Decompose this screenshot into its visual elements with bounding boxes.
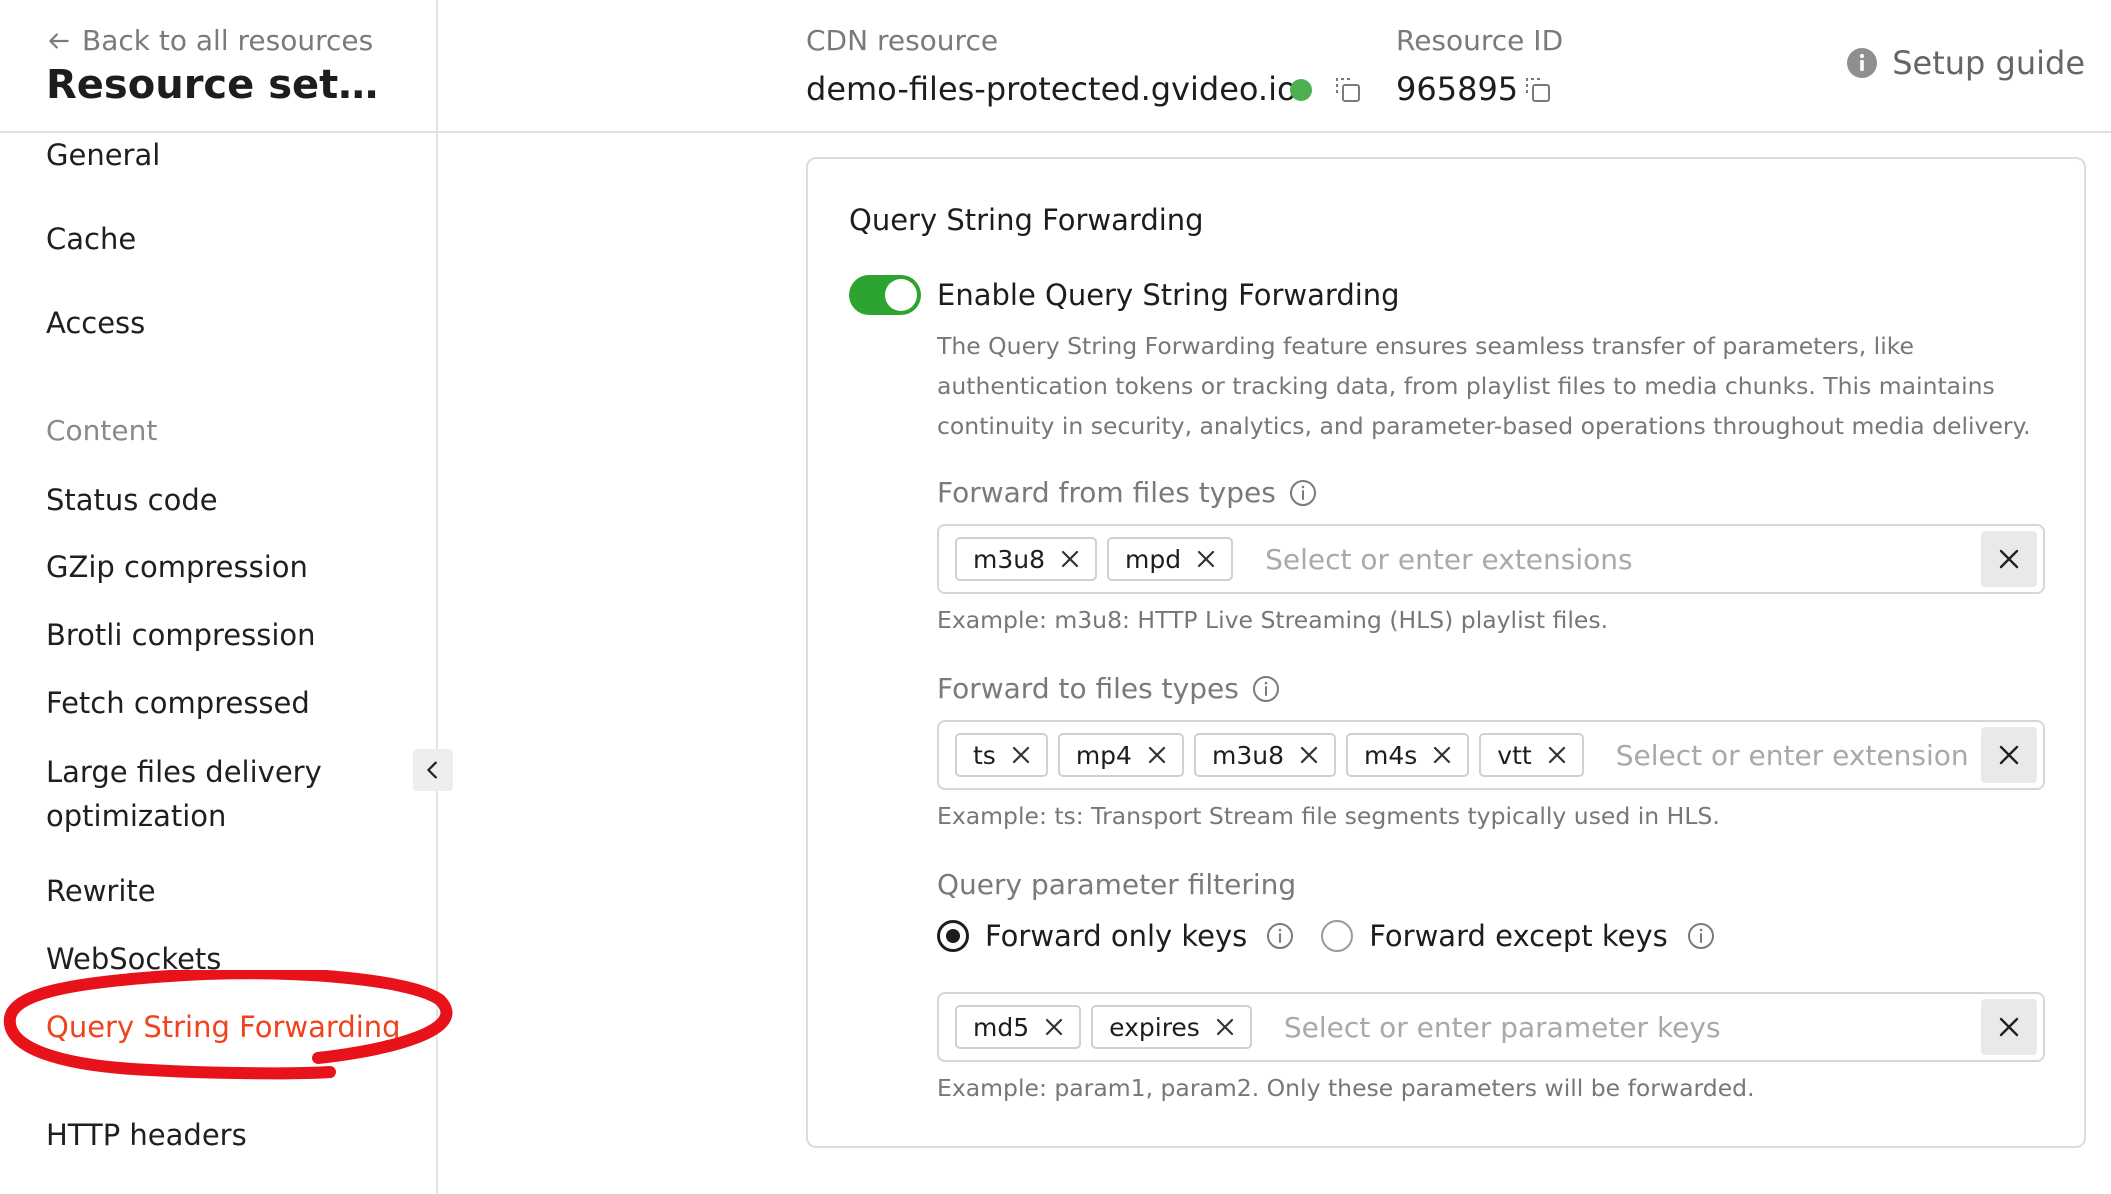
sidebar-item-fetch-compressed[interactable]: Fetch compressed (46, 681, 310, 725)
tag-label: mpd (1125, 544, 1182, 574)
forward-from-label-text: Forward from files types (937, 476, 1276, 509)
tag-chip: m3u8 (1193, 733, 1336, 777)
toggle-knob (885, 279, 917, 311)
clear-all-button[interactable] (1981, 531, 2037, 587)
copy-icon[interactable] (1522, 74, 1552, 104)
sidebar-item-access[interactable]: Access (46, 301, 145, 345)
forward-to-label: Forward to files types (937, 672, 1281, 705)
tag-chip: m3u8 (955, 537, 1098, 581)
enable-qsf-label: Enable Query String Forwarding (937, 278, 1400, 312)
close-icon (1999, 549, 2019, 569)
forward-from-example: Example: m3u8: HTTP Live Streaming (HLS)… (937, 606, 1609, 634)
sidebar-item-status-code[interactable]: Status code (46, 478, 218, 522)
collapse-sidebar-button[interactable] (413, 749, 453, 791)
tag-label: m3u8 (1211, 740, 1284, 770)
tag-label: md5 (973, 1012, 1030, 1042)
remove-tag-icon[interactable] (1546, 744, 1568, 766)
tag-chip: vtt (1479, 733, 1584, 777)
sidebar-item-cache[interactable]: Cache (46, 217, 136, 261)
clear-all-button[interactable] (1981, 999, 2037, 1055)
close-icon (1999, 745, 2019, 765)
cdn-resource-label: CDN resource (806, 24, 999, 57)
remove-tag-icon[interactable] (1010, 744, 1032, 766)
forward-to-types-select[interactable]: ts mp4 m3u8 m4s vtt (937, 720, 2045, 790)
sidebar-item-label-line-2: optimization (46, 799, 227, 833)
tag-chip: expires (1091, 1005, 1252, 1049)
sidebar-item-label-line-1: Large files delivery (46, 755, 322, 789)
radio-forward-except-keys[interactable] (1321, 920, 1354, 952)
tag-label: m3u8 (973, 544, 1046, 574)
sidebar-item-http-headers[interactable]: HTTP headers (46, 1113, 247, 1157)
sidebar-item-brotli-compression[interactable]: Brotli compression (46, 613, 316, 657)
copy-icon[interactable] (1332, 74, 1362, 104)
card-title: Query String Forwarding (849, 203, 1204, 237)
info-icon[interactable] (1288, 478, 1318, 508)
forward-from-search-input[interactable] (1263, 541, 1971, 577)
query-string-forwarding-card: Query String Forwarding Enable Query Str… (806, 157, 2086, 1148)
cdn-resource-value: demo-files-protected.gvideo.io (806, 70, 1297, 108)
sidebar: Back to all resources Resource settings … (0, 0, 453, 1194)
filtering-mode-radio-group: Forward only keys Forward except keys (937, 919, 1716, 953)
query-filtering-label: Query parameter filtering (937, 868, 1296, 901)
qsf-description: The Query String Forwarding feature ensu… (937, 332, 2031, 440)
back-to-resources-link[interactable]: Back to all resources (46, 24, 373, 57)
tag-chip: ts (955, 733, 1048, 777)
sidebar-item-general[interactable]: General (46, 133, 160, 177)
info-icon[interactable] (1251, 674, 1281, 704)
tag-chip: mpd (1107, 537, 1234, 581)
sidebar-item-query-string-forwarding[interactable]: Query String Forwarding (46, 1005, 401, 1049)
radio-forward-only-label[interactable]: Forward only keys (985, 919, 1247, 953)
sidebar-section-content: Content (46, 414, 158, 447)
sidebar-item-websockets[interactable]: WebSockets (46, 937, 221, 981)
remove-tag-icon[interactable] (1146, 744, 1168, 766)
close-icon (1999, 1017, 2019, 1037)
remove-tag-icon[interactable] (1043, 1016, 1065, 1038)
sidebar-item-gzip-compression[interactable]: GZip compression (46, 545, 308, 589)
tag-label: mp4 (1075, 740, 1132, 770)
forward-from-label: Forward from files types (937, 476, 1318, 509)
parameter-keys-select[interactable]: md5 expires (937, 992, 2045, 1062)
page-title: Resource settings (46, 62, 396, 108)
status-indicator (1290, 79, 1312, 101)
remove-tag-icon[interactable] (1431, 744, 1453, 766)
tag-label: m4s (1363, 740, 1418, 770)
resource-id-value: 965895 (1396, 70, 1519, 108)
info-icon[interactable] (1265, 921, 1295, 951)
resource-header: CDN resource demo-files-protected.gvideo… (438, 0, 2111, 133)
resource-id-label: Resource ID (1396, 24, 1564, 57)
remove-tag-icon[interactable] (1195, 548, 1217, 570)
remove-tag-icon[interactable] (1059, 548, 1081, 570)
clear-all-button[interactable] (1981, 727, 2037, 783)
setup-guide-label: Setup guide (1892, 44, 2085, 82)
sidebar-item-rewrite[interactable]: Rewrite (46, 869, 156, 913)
setup-guide-button[interactable]: Setup guide (1846, 44, 2085, 82)
parameter-keys-search-input[interactable] (1281, 1009, 1971, 1045)
arrow-left-icon (49, 32, 69, 49)
forward-from-types-select[interactable]: m3u8 mpd (937, 524, 2045, 594)
info-icon[interactable] (1686, 921, 1716, 951)
radio-forward-except-label[interactable]: Forward except keys (1369, 919, 1667, 953)
remove-tag-icon[interactable] (1298, 744, 1320, 766)
radio-forward-only-keys[interactable] (937, 920, 969, 952)
forward-to-label-text: Forward to files types (937, 672, 1239, 705)
tag-chip: md5 (955, 1005, 1082, 1049)
query-filtering-label-text: Query parameter filtering (937, 868, 1297, 901)
info-icon (1847, 48, 1878, 78)
parameter-keys-example: Example: param1, param2. Only these para… (937, 1074, 1755, 1102)
forward-to-example: Example: ts: Transport Stream file segme… (937, 802, 1720, 830)
back-link-label: Back to all resources (82, 24, 374, 57)
enable-qsf-toggle[interactable] (849, 275, 921, 315)
forward-to-search-input[interactable] (1613, 737, 1971, 773)
tag-chip: mp4 (1057, 733, 1184, 777)
sidebar-item-large-files-delivery[interactable]: Large files delivery optimization (46, 750, 322, 838)
tag-label: ts (973, 740, 996, 770)
chevron-left-icon (427, 761, 437, 779)
sidebar-header: Back to all resources Resource settings (0, 0, 438, 133)
tag-chip: m4s (1345, 733, 1470, 777)
remove-tag-icon[interactable] (1214, 1016, 1236, 1038)
tag-label: vtt (1497, 740, 1532, 770)
tag-label: expires (1109, 1012, 1200, 1042)
